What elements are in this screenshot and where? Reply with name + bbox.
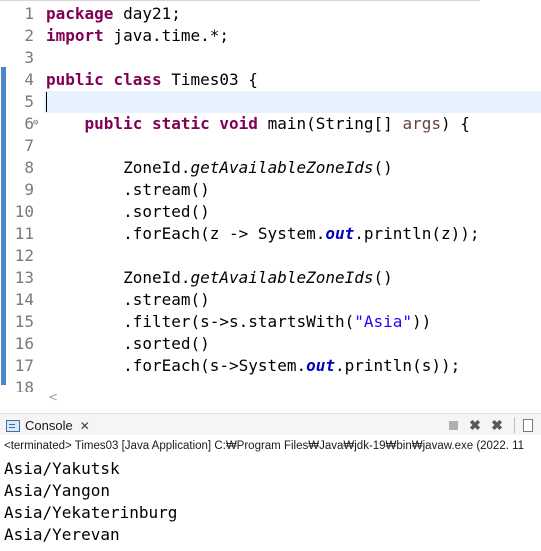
line-number: 14 xyxy=(14,290,34,309)
code-line-1[interactable]: package day21; xyxy=(46,3,541,25)
tab-console-label: Console xyxy=(25,418,73,433)
code-line-6[interactable]: public static void main(String[] args) { xyxy=(46,113,541,135)
line-number: 16 xyxy=(14,334,34,353)
text-caret xyxy=(46,92,47,112)
code-text: () xyxy=(373,158,393,177)
code-line-16[interactable]: .sorted() xyxy=(46,333,541,355)
line-number: 8 xyxy=(24,158,34,177)
code-text: .sorted() xyxy=(123,334,210,353)
output-line: Asia/Yekaterinburg xyxy=(4,503,178,522)
code-text: .println(z)); xyxy=(354,224,480,243)
code-text: .stream() xyxy=(123,180,210,199)
keyword: void xyxy=(219,114,258,133)
tab-console[interactable]: Console ✕ xyxy=(2,415,94,436)
code-text: .stream() xyxy=(123,290,210,309)
code-text: main(String[] xyxy=(257,114,403,133)
keyword: import xyxy=(46,26,104,45)
code-line-12[interactable] xyxy=(46,245,541,267)
code-line-13[interactable]: ZoneId.getAvailableZoneIds() xyxy=(46,267,541,289)
line-number: 7 xyxy=(24,136,34,155)
code-text: )) xyxy=(412,312,432,331)
line-number: 4 xyxy=(24,70,34,89)
console-icon xyxy=(6,419,20,432)
code-line-2[interactable]: import java.time.*; xyxy=(46,25,541,47)
console-process-status: <terminated> Times03 [Java Application] … xyxy=(0,436,541,456)
code-line-18[interactable] xyxy=(46,377,541,392)
horizontal-scrollbar[interactable]: < xyxy=(44,390,541,406)
code-text: java.time.*; xyxy=(103,26,230,45)
line-number: 5 xyxy=(24,92,34,111)
line-number: 2 xyxy=(24,26,34,45)
terminate-icon[interactable] xyxy=(444,416,462,434)
line-number: 18 xyxy=(14,378,34,392)
static-field: out xyxy=(306,356,335,375)
code-line-9[interactable]: .stream() xyxy=(46,179,541,201)
code-line-8[interactable]: ZoneId.getAvailableZoneIds() xyxy=(46,157,541,179)
code-text: day21; xyxy=(113,4,181,23)
code-line-17[interactable]: .forEach(s->System.out.println(s)); xyxy=(46,355,541,377)
keyword: package xyxy=(46,4,114,23)
fold-collapse-icon[interactable]: ⊖ xyxy=(33,118,43,128)
code-text: .forEach(z -> System. xyxy=(123,224,326,243)
code-text: .forEach(s->System. xyxy=(123,356,307,375)
code-editor[interactable]: 1 2 3 4 5 6 ⊖ 7 8 9 10 11 12 13 14 15 16… xyxy=(0,0,541,392)
clear-console-icon[interactable] xyxy=(519,416,537,434)
code-line-14[interactable]: .stream() xyxy=(46,289,541,311)
line-number-ruler: 1 2 3 4 5 6 ⊖ 7 8 9 10 11 12 13 14 15 16… xyxy=(0,0,44,392)
static-field: out xyxy=(325,224,355,243)
remove-launch-icon[interactable]: ✖ xyxy=(466,416,484,434)
keyword: static xyxy=(151,114,210,133)
output-line: Asia/Yakutsk xyxy=(4,459,120,478)
line-number: 3 xyxy=(24,48,34,67)
code-line-10[interactable]: .sorted() xyxy=(46,201,541,223)
code-line-3[interactable] xyxy=(46,47,541,69)
code-text: ZoneId. xyxy=(123,268,191,287)
line-number: 13 xyxy=(14,268,34,287)
editor-top-border xyxy=(0,0,480,1)
remove-all-terminated-icon[interactable]: ✖ xyxy=(488,416,506,434)
line-number: 15 xyxy=(14,312,34,331)
line-number: 1 xyxy=(24,4,34,23)
line-number: 9 xyxy=(24,180,34,199)
code-text: ZoneId. xyxy=(123,158,191,177)
keyword: public xyxy=(46,70,104,89)
line-number: 17 xyxy=(14,356,34,375)
static-method: getAvailableZoneIds xyxy=(190,268,374,287)
static-method: getAvailableZoneIds xyxy=(190,158,374,177)
line-number: 10 xyxy=(14,202,34,221)
scroll-left-icon[interactable]: < xyxy=(48,390,58,404)
output-line: Asia/Yerevan xyxy=(4,525,120,544)
code-line-11[interactable]: .forEach(z -> System.out.println(z)); xyxy=(46,223,541,245)
code-line-5-current[interactable] xyxy=(44,91,541,113)
console-view-header: Console ✕ ✖ ✖ xyxy=(0,413,541,435)
line-number: 12 xyxy=(14,246,34,265)
code-line-15[interactable]: .filter(s->s.startsWith("Asia")) xyxy=(46,311,541,333)
string-literal: "Asia" xyxy=(354,312,413,331)
toolbar-separator xyxy=(514,417,515,433)
keyword: class xyxy=(113,70,162,89)
code-text: .filter(s->s.startsWith( xyxy=(123,312,355,331)
line-number: 6 xyxy=(24,114,34,133)
code-text: Times03 { xyxy=(161,70,258,89)
code-line-7[interactable] xyxy=(46,135,541,157)
output-line: Asia/Yangon xyxy=(4,481,110,500)
console-toolbar: ✖ ✖ xyxy=(444,416,541,434)
keyword: public xyxy=(84,114,143,133)
code-text: .println(s)); xyxy=(335,356,461,375)
close-icon[interactable]: ✕ xyxy=(80,419,90,433)
code-text: .sorted() xyxy=(123,202,210,221)
console-output[interactable]: Asia/Yakutsk Asia/Yangon Asia/Yekaterinb… xyxy=(0,458,541,551)
code-text: ) { xyxy=(440,114,470,133)
code-line-4[interactable]: public class Times03 { xyxy=(46,69,541,91)
code-text: () xyxy=(373,268,393,287)
line-number: 11 xyxy=(14,224,34,243)
parameter: args xyxy=(402,114,441,133)
